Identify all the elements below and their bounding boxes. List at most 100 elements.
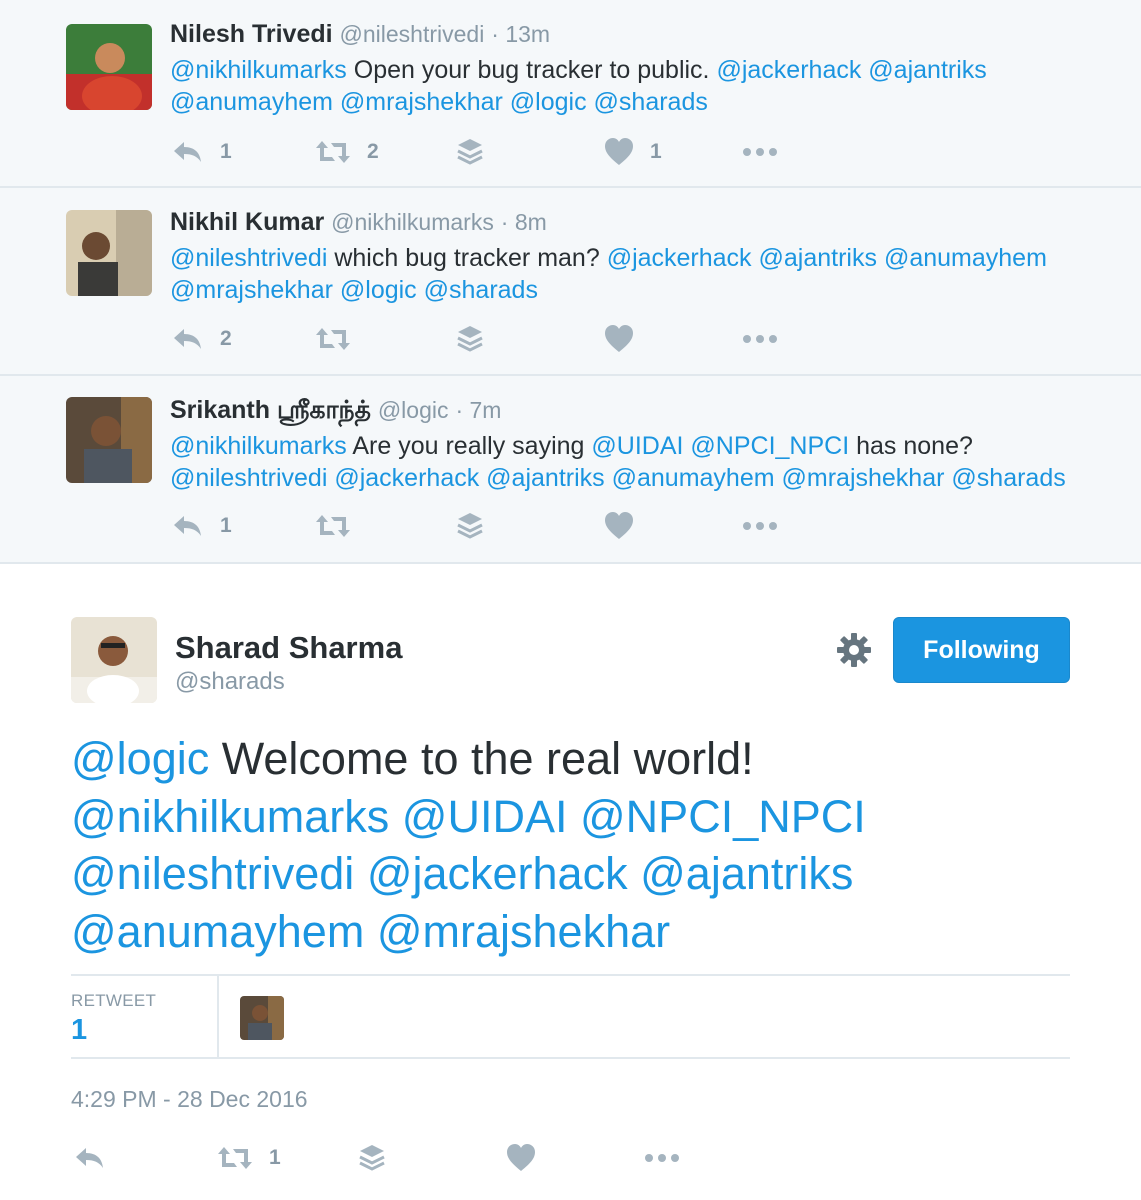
mention-link[interactable]: @UIDAI (402, 791, 568, 842)
avatar[interactable] (66, 24, 152, 110)
reply-tweet-1[interactable]: Nilesh Trivedi @nileshtrivedi · 13m @nik… (0, 0, 1141, 188)
more-button[interactable] (742, 132, 778, 172)
mention-link[interactable]: @nileshtrivedi (170, 244, 327, 272)
user-name[interactable]: Srikanth ஸ்ரீகாந்த் (170, 396, 371, 424)
mention-link[interactable]: @sharads (594, 88, 708, 116)
mention-link[interactable]: @UIDAI (591, 432, 683, 460)
mention-link[interactable]: @nikhilkumarks (71, 791, 389, 842)
retweeter-avatar[interactable] (240, 996, 284, 1040)
tweet-text-fragment (333, 276, 340, 304)
mention-link[interactable]: @ajantriks (759, 244, 877, 272)
stat-divider (217, 976, 219, 1057)
like-button[interactable]: 1 (604, 132, 662, 172)
mention-link[interactable]: @logic (510, 88, 587, 116)
avatar[interactable] (66, 210, 152, 296)
mention-link[interactable]: @anumayhem (612, 464, 775, 492)
reply-count: 1 (220, 140, 232, 163)
heart-icon (605, 325, 633, 352)
mention-link[interactable]: @NPCI_NPCI (690, 432, 849, 460)
tweet-time[interactable]: · 8m (501, 209, 547, 235)
mention-link[interactable]: @jackerhack (607, 244, 752, 272)
user-handle[interactable]: @nikhilkumarks (331, 209, 494, 235)
tweet-text-fragment: Open your bug tracker to public. (346, 56, 717, 84)
reply-button[interactable]: 1 (172, 132, 232, 172)
more-button[interactable] (742, 319, 778, 359)
mention-link[interactable]: @mrajshekhar (170, 276, 333, 304)
mention-link[interactable]: @ajantriks (640, 848, 853, 899)
mention-link[interactable]: @nikhilkumarks (170, 432, 347, 460)
mention-link[interactable]: @mrajshekhar (782, 464, 945, 492)
retweet-button[interactable] (315, 506, 351, 546)
mention-link[interactable]: @sharads (951, 464, 1065, 492)
more-button[interactable] (644, 1138, 680, 1178)
tweet-text-fragment (364, 906, 377, 957)
reply-icon (174, 329, 201, 349)
avatar[interactable] (66, 397, 152, 483)
avatar[interactable] (71, 617, 157, 703)
retweet-stat-label[interactable]: RETWEET (71, 991, 156, 1011)
mention-link[interactable]: @anumayhem (884, 244, 1047, 272)
user-handle[interactable]: @logic (378, 397, 449, 423)
mention-link[interactable]: @mrajshekhar (340, 88, 503, 116)
more-button[interactable] (742, 506, 778, 546)
like-button[interactable] (604, 506, 634, 546)
reply-tweet-3[interactable]: Srikanth ஸ்ரீகாந்த் @logic · 7m @nikhilk… (0, 376, 1141, 564)
more-icon (743, 335, 777, 343)
mention-link[interactable]: @ajantriks (486, 464, 604, 492)
retweet-stat-count[interactable]: 1 (71, 1014, 87, 1047)
moments-button[interactable] (358, 1138, 386, 1178)
mention-link[interactable]: @nileshtrivedi (170, 464, 327, 492)
reply-icon (174, 142, 201, 162)
heart-icon (605, 138, 633, 165)
tweet-actions: 2 (0, 319, 1141, 359)
moments-button[interactable] (456, 132, 484, 172)
tweet-text-fragment: Welcome to the real world! (209, 733, 754, 784)
tweet-text-fragment (417, 276, 424, 304)
user-handle[interactable]: @sharads (175, 668, 285, 696)
mention-link[interactable]: @jackerhack (334, 464, 479, 492)
retweet-icon (218, 1147, 252, 1169)
retweet-button[interactable] (315, 319, 351, 359)
user-name[interactable]: Sharad Sharma (175, 630, 402, 666)
mention-link[interactable]: @ajantriks (868, 56, 986, 84)
tweet-timestamp[interactable]: 4:29 PM - 28 Dec 2016 (71, 1086, 308, 1113)
retweet-count: 2 (367, 140, 379, 163)
tweet-text-fragment (877, 244, 884, 272)
retweet-button[interactable]: 2 (315, 132, 379, 172)
mention-link[interactable]: @anumayhem (170, 88, 333, 116)
layers-icon (457, 326, 483, 352)
mention-link[interactable]: @nileshtrivedi (71, 848, 354, 899)
user-name[interactable]: Nilesh Trivedi (170, 20, 333, 48)
retweet-button[interactable]: 1 (217, 1138, 281, 1178)
mention-link[interactable]: @sharads (424, 276, 538, 304)
reply-count: 2 (220, 327, 232, 350)
mention-link[interactable]: @jackerhack (367, 848, 628, 899)
gear-icon[interactable] (834, 630, 874, 670)
tweet-time[interactable]: · 7m (455, 397, 501, 423)
mention-link[interactable]: @mrajshekhar (377, 906, 670, 957)
mention-link[interactable]: @anumayhem (71, 906, 364, 957)
user-handle[interactable]: @nileshtrivedi (340, 21, 485, 47)
layers-icon (359, 1145, 385, 1171)
reply-button[interactable]: 1 (172, 506, 232, 546)
mention-link[interactable]: @nikhilkumarks (170, 56, 347, 84)
reply-button[interactable] (74, 1138, 106, 1178)
more-icon (743, 148, 777, 156)
moments-button[interactable] (456, 319, 484, 359)
following-button[interactable]: Following (893, 617, 1070, 683)
mention-link[interactable]: @logic (340, 276, 417, 304)
reply-tweet-2[interactable]: Nikhil Kumar @nikhilkumarks · 8m @nilesh… (0, 188, 1141, 376)
reply-button[interactable]: 2 (172, 319, 232, 359)
retweet-icon (316, 328, 350, 350)
user-name[interactable]: Nikhil Kumar (170, 208, 324, 236)
mention-link[interactable]: @NPCI_NPCI (580, 791, 866, 842)
moments-button[interactable] (456, 506, 484, 546)
reply-count: 1 (220, 514, 232, 537)
like-button[interactable] (506, 1138, 536, 1178)
tweet-time[interactable]: · 13m (491, 21, 550, 47)
main-tweet: Sharad Sharma @sharads Following @logic … (0, 564, 1141, 1200)
mention-link[interactable]: @logic (71, 733, 209, 784)
layers-icon (457, 513, 483, 539)
like-button[interactable] (604, 319, 634, 359)
mention-link[interactable]: @jackerhack (716, 56, 861, 84)
